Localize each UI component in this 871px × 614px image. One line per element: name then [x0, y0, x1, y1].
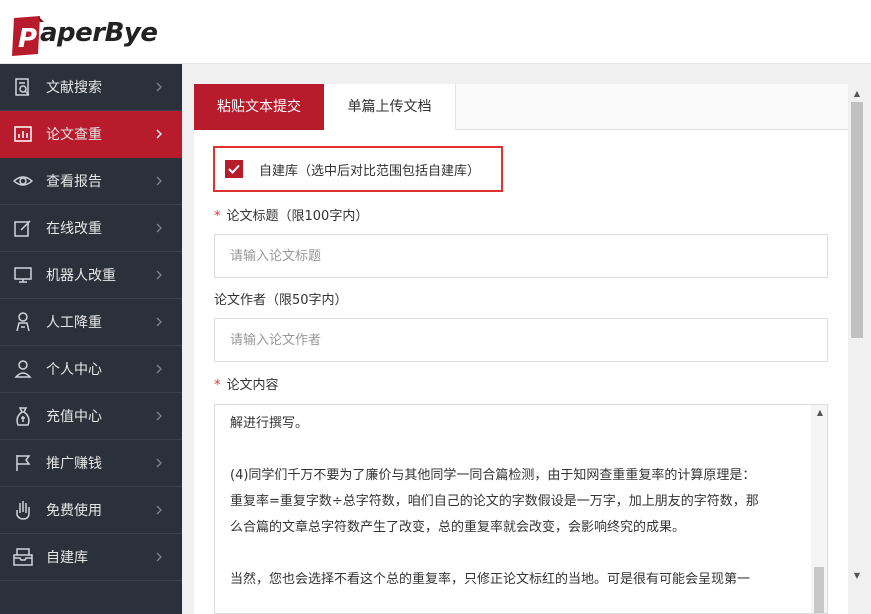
tab-paste-text[interactable]: 粘贴文本提交: [194, 84, 324, 130]
own-library-label: 自建库（选中后对比范围包括自建库）: [259, 163, 481, 179]
sidebar-item-recharge-center[interactable]: 充值中心: [0, 393, 182, 440]
wallet-icon: [12, 405, 34, 427]
sidebar: 文献搜索 论文查重 查看报告 在线改重 机器人改重 人工降重 个人中心 充值中心…: [0, 64, 182, 614]
sidebar-item-label: 充值中心: [46, 409, 102, 425]
content-field-label: * 论文内容: [214, 374, 279, 393]
scroll-up-arrow-icon[interactable]: ▲: [811, 405, 827, 419]
logo-text: aperBye: [40, 18, 158, 48]
logo-mark-icon: P: [12, 16, 44, 56]
chevron-right-icon: [156, 270, 162, 280]
tab-bar: 粘贴文本提交 单篇上传文档: [194, 84, 848, 130]
content-line: 当然，您也会选择不看这个总的重复率，只修正论文标红的当地。可是很有可能会呈现第一: [230, 572, 751, 587]
edit-icon: [12, 217, 34, 239]
checkmark-icon: [228, 164, 240, 174]
document-search-icon: [12, 76, 34, 98]
flag-icon: [12, 452, 34, 474]
own-library-checkbox[interactable]: [225, 160, 243, 178]
chevron-right-icon: [156, 505, 162, 515]
content-text: 解进行撰写。 (4)同学们千万不要为了廉价与其他同学一同合篇检测，由于知网查重重…: [230, 411, 798, 593]
user-icon: [12, 358, 34, 380]
sidebar-item-label: 查看报告: [46, 174, 102, 190]
sidebar-item-own-library[interactable]: 自建库: [0, 534, 182, 581]
required-mark: *: [214, 378, 221, 393]
svg-text:P: P: [18, 24, 37, 54]
title-field-label: * 论文标题（限100字内）: [214, 205, 368, 224]
eye-icon: [12, 170, 34, 192]
sidebar-item-robot-revise[interactable]: 机器人改重: [0, 252, 182, 299]
sidebar-item-label: 文献搜索: [46, 80, 102, 96]
author-input[interactable]: [214, 318, 828, 362]
sidebar-item-plagiarism-check[interactable]: 论文查重: [0, 111, 182, 158]
monitor-icon: [12, 264, 34, 286]
page-scroll-thumb[interactable]: [851, 102, 863, 338]
sidebar-item-label: 自建库: [46, 550, 88, 566]
chevron-right-icon: [156, 176, 162, 186]
sidebar-item-personal-center[interactable]: 个人中心: [0, 346, 182, 393]
chart-report-icon: [12, 123, 34, 145]
sidebar-item-free-use[interactable]: 免费使用: [0, 487, 182, 534]
own-library-option: 自建库（选中后对比范围包括自建库）: [213, 146, 503, 192]
sidebar-item-label: 免费使用: [46, 503, 102, 519]
chevron-right-icon: [156, 411, 162, 421]
submit-panel: 粘贴文本提交 单篇上传文档 自建库（选中后对比范围包括自建库） * 论文标题（限1…: [194, 84, 848, 614]
sidebar-item-online-revise[interactable]: 在线改重: [0, 205, 182, 252]
content-line: 重复率=重复字数÷总字符数，咱们自己的论文的字数假设是一万字，加上朋友的字符数，…: [230, 494, 759, 509]
content-scrollbar[interactable]: ▲: [811, 405, 827, 613]
sidebar-item-promote-earn[interactable]: 推广赚钱: [0, 440, 182, 487]
chevron-right-icon: [156, 129, 162, 139]
scroll-up-arrow-icon[interactable]: ▲: [848, 86, 866, 100]
content-label-text: 论文内容: [226, 378, 279, 393]
content-line: 么合篇的文章总字符数产生了改变，总的重复率就会改变，会影响终究的成果。: [230, 520, 686, 535]
required-mark: *: [214, 209, 221, 224]
page-scrollbar[interactable]: ▲ ▼: [848, 84, 866, 584]
tab-upload-document[interactable]: 单篇上传文档: [324, 84, 456, 130]
person-icon: [12, 311, 34, 333]
inbox-icon: [12, 546, 34, 568]
chevron-right-icon: [156, 317, 162, 327]
sidebar-item-literature-search[interactable]: 文献搜索: [0, 64, 182, 111]
logo[interactable]: P aperBye: [10, 12, 158, 56]
content-line: (4)同学们千万不要为了廉价与其他同学一同合篇检测，由于知网查重重复率的计算原理…: [230, 468, 756, 483]
chevron-right-icon: [156, 223, 162, 233]
sidebar-item-label: 个人中心: [46, 362, 102, 378]
content-textarea[interactable]: 解进行撰写。 (4)同学们千万不要为了廉价与其他同学一同合篇检测，由于知网查重重…: [214, 404, 828, 614]
title-input[interactable]: [214, 234, 828, 278]
scroll-down-arrow-icon[interactable]: ▼: [848, 568, 866, 582]
header: P aperBye: [0, 0, 871, 64]
author-field-label: 论文作者（限50字内）: [214, 293, 348, 308]
content-scroll-thumb[interactable]: [814, 567, 824, 613]
chevron-right-icon: [156, 458, 162, 468]
chevron-right-icon: [156, 552, 162, 562]
sidebar-item-manual-revise[interactable]: 人工降重: [0, 299, 182, 346]
sidebar-item-label: 论文查重: [46, 127, 102, 143]
sidebar-item-label: 推广赚钱: [46, 456, 102, 472]
sidebar-item-label: 人工降重: [46, 315, 102, 331]
content-blank-line: [230, 437, 798, 463]
sidebar-item-label: 在线改重: [46, 221, 102, 237]
sidebar-item-label: 机器人改重: [46, 268, 116, 284]
content-line: 解进行撰写。: [230, 416, 309, 431]
hand-icon: [12, 499, 34, 521]
chevron-right-icon: [156, 364, 162, 374]
sidebar-item-view-report[interactable]: 查看报告: [0, 158, 182, 205]
chevron-right-icon: [156, 82, 162, 92]
title-label-text: 论文标题（限100字内）: [226, 209, 369, 224]
content-blank-line: [230, 541, 798, 567]
